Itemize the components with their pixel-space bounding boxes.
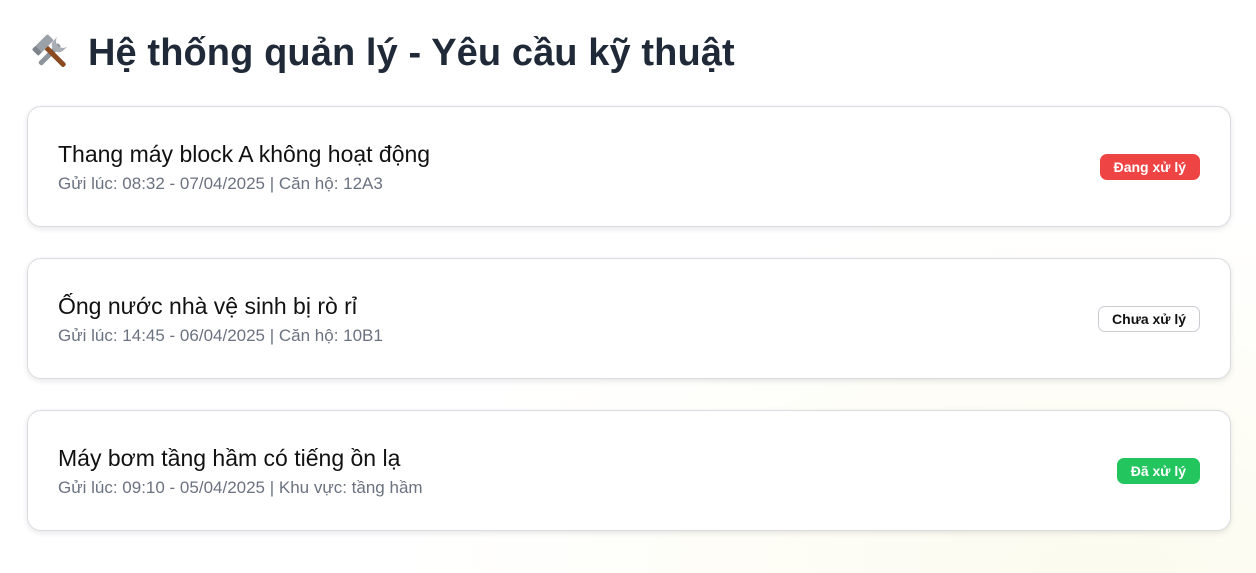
hammer-and-wrench-icon [30,32,72,74]
request-title: Ống nước nhà vệ sinh bị rò rỉ [58,293,357,319]
status-badge: Chưa xử lý [1098,306,1200,332]
status-badge: Đã xử lý [1116,458,1200,484]
request-title: Máy bơm tầng hầm có tiếng ồn lạ [58,445,401,471]
page-header: Hệ thống quản lý - Yêu cầu kỹ thuật [30,30,735,76]
request-card[interactable]: Thang máy block A không hoạt động Gửi lú… [27,106,1231,227]
request-card[interactable]: Máy bơm tầng hầm có tiếng ồn lạ Gửi lúc:… [27,410,1231,531]
page-title: Hệ thống quản lý - Yêu cầu kỹ thuật [88,31,735,74]
request-meta: Gửi lúc: 14:45 - 06/04/2025 | Căn hộ: 10… [58,326,383,345]
request-title: Thang máy block A không hoạt động [58,141,431,167]
request-card[interactable]: Ống nước nhà vệ sinh bị rò rỉ Gửi lúc: 1… [27,258,1231,379]
request-meta: Gửi lúc: 09:10 - 05/04/2025 | Khu vực: t… [58,478,423,497]
request-meta: Gửi lúc: 08:32 - 07/04/2025 | Căn hộ: 12… [58,174,383,193]
status-badge: Đang xử lý [1099,154,1200,180]
